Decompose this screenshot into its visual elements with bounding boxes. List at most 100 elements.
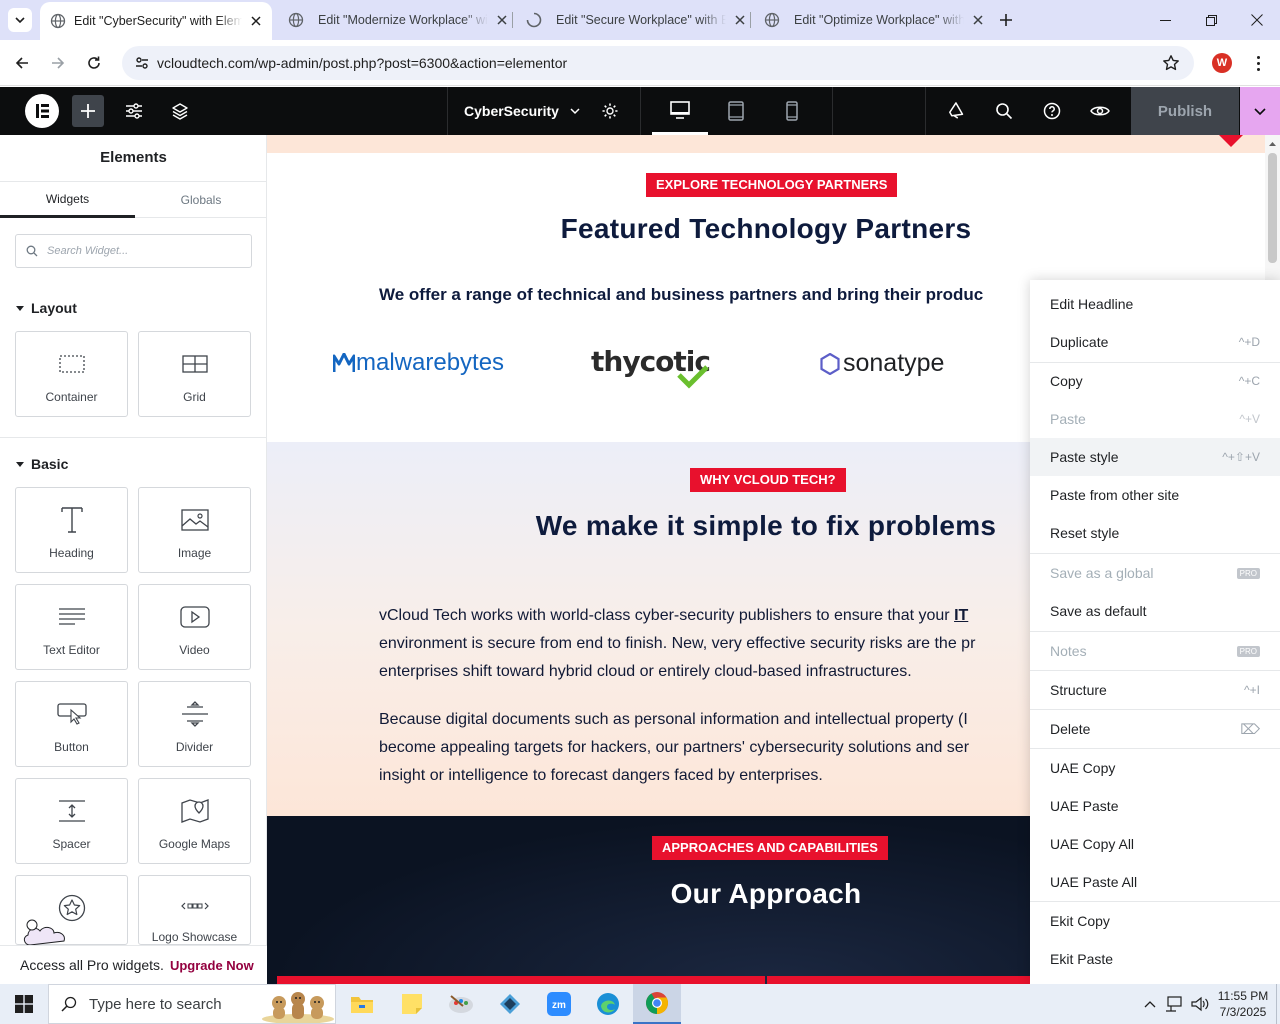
taskbar-search-box[interactable]: Type here to search	[48, 984, 336, 1024]
tab-globals[interactable]: Globals	[135, 182, 267, 218]
finder-button[interactable]	[988, 87, 1020, 135]
desktop-view-button[interactable]	[652, 87, 708, 135]
widget-text-editor[interactable]: Text Editor	[15, 584, 128, 670]
menu-item-uae-paste[interactable]: UAE Paste	[1030, 787, 1280, 825]
site-settings-button[interactable]	[118, 87, 150, 135]
section-handle-icon[interactable]	[1219, 135, 1243, 147]
network-button[interactable]	[1162, 984, 1186, 1024]
menu-item-copy[interactable]: Copy ^+C	[1030, 362, 1280, 400]
menu-item-paste[interactable]: Paste ^+V	[1030, 400, 1280, 438]
upgrade-link[interactable]: Upgrade Now	[170, 958, 254, 973]
close-icon[interactable]	[248, 13, 264, 29]
start-button[interactable]	[0, 984, 48, 1024]
close-icon[interactable]	[732, 12, 748, 28]
taskbar-app[interactable]	[441, 984, 481, 1024]
whats-new-button[interactable]	[940, 87, 972, 135]
profile-avatar[interactable]: W	[1212, 53, 1232, 73]
widget-heading[interactable]: Heading	[15, 487, 128, 573]
taskbar-edge[interactable]	[588, 984, 628, 1024]
publish-options-button[interactable]	[1240, 87, 1280, 135]
menu-item-save-as-default[interactable]: Save as default	[1030, 592, 1280, 630]
widget-spacer[interactable]: Spacer	[15, 778, 128, 864]
taskbar-zoom[interactable]: zm	[539, 984, 579, 1024]
taskbar-app[interactable]	[490, 984, 530, 1024]
widget-button[interactable]: Button	[15, 681, 128, 767]
browser-tab[interactable]: Edit "Modernize Workplace" with Elemento…	[280, 0, 512, 40]
tray-overflow-button[interactable]	[1140, 984, 1160, 1024]
minimize-button[interactable]	[1142, 0, 1188, 40]
menu-item-reset-style[interactable]: Reset style	[1030, 514, 1280, 552]
browser-menu-button[interactable]	[1248, 53, 1268, 73]
close-icon[interactable]	[494, 12, 510, 28]
menu-item-delete[interactable]: Delete ⌦	[1030, 710, 1280, 748]
close-icon[interactable]	[970, 12, 986, 28]
back-button[interactable]	[10, 51, 34, 75]
menu-item-ekit-paste[interactable]: Ekit Paste	[1030, 940, 1280, 978]
site-info-icon[interactable]	[134, 55, 150, 71]
tab-title: Edit "Modernize Workplace" with Elemento…	[318, 13, 488, 27]
menu-item-ekit-copy[interactable]: Ekit Copy	[1030, 902, 1280, 940]
add-element-button[interactable]	[72, 95, 104, 127]
tab-widgets[interactable]: Widgets	[0, 182, 135, 218]
mobile-view-button[interactable]	[764, 87, 820, 135]
partners-heading[interactable]: Featured Technology Partners	[267, 213, 1265, 245]
tablet-view-button[interactable]	[708, 87, 764, 135]
widget-google-maps[interactable]: Google Maps	[138, 778, 251, 864]
widget-grid[interactable]: Grid	[138, 331, 251, 417]
new-tab-button[interactable]	[994, 8, 1018, 32]
clock[interactable]: 11:55 PM 7/3/2025	[1212, 987, 1274, 1021]
it-link[interactable]: IT	[954, 607, 968, 624]
widget-container[interactable]: Container	[15, 331, 128, 417]
forward-button[interactable]	[46, 51, 70, 75]
shortcut-label: ^+C	[1238, 374, 1260, 388]
pro-badge: PRO	[1236, 567, 1260, 579]
restore-button[interactable]	[1188, 0, 1234, 40]
widget-image[interactable]: Image	[138, 487, 251, 573]
menu-item-save-as-global[interactable]: Save as a global PRO	[1030, 554, 1280, 592]
chevron-down-icon	[15, 17, 25, 24]
taskbar-sticky-notes[interactable]	[392, 984, 432, 1024]
widget-logo-showcase[interactable]: Logo Showcase	[138, 875, 251, 945]
publish-button[interactable]: Publish	[1131, 87, 1239, 135]
menu-item-paste-from-other-site[interactable]: Paste from other site	[1030, 476, 1280, 514]
preview-button[interactable]	[1084, 87, 1116, 135]
elementor-logo-button[interactable]	[24, 87, 60, 135]
network-icon	[1166, 996, 1182, 1012]
document-title-dropdown[interactable]: CyberSecurity	[458, 87, 582, 135]
menu-item-uae-copy-all[interactable]: UAE Copy All	[1030, 825, 1280, 863]
help-button[interactable]	[1036, 87, 1068, 135]
menu-item-edit-headline[interactable]: Edit Headline	[1030, 285, 1280, 323]
menu-item-duplicate[interactable]: Duplicate ^+D	[1030, 323, 1280, 361]
menu-item-label: Ekit Copy	[1050, 913, 1110, 929]
previous-section-bottom	[267, 135, 1280, 153]
scrollbar-thumb[interactable]	[1268, 153, 1277, 263]
structure-button[interactable]	[164, 87, 196, 135]
taskbar-chrome-active[interactable]	[633, 984, 681, 1024]
menu-item-structure[interactable]: Structure ^+I	[1030, 671, 1280, 709]
menu-item-paste-style[interactable]: Paste style ^+⇧+V	[1030, 438, 1280, 476]
taskbar-file-explorer[interactable]	[342, 984, 382, 1024]
close-window-button[interactable]	[1234, 0, 1280, 40]
volume-button[interactable]	[1188, 984, 1212, 1024]
widget-video[interactable]: Video	[138, 584, 251, 670]
menu-item-uae-copy[interactable]: UAE Copy	[1030, 749, 1280, 787]
section-layout-toggle[interactable]: Layout	[16, 300, 77, 316]
paragraph-line: environment is secure from end to finish…	[379, 635, 976, 652]
show-desktop-button[interactable]	[1276, 984, 1280, 1024]
widget-divider[interactable]: Divider	[138, 681, 251, 767]
page-settings-button[interactable]	[594, 87, 626, 135]
reload-button[interactable]	[82, 51, 106, 75]
menu-item-notes[interactable]: Notes PRO	[1030, 632, 1280, 670]
section-basic-toggle[interactable]: Basic	[16, 456, 68, 472]
widget-label: Image	[177, 546, 212, 560]
address-bar[interactable]: vcloudtech.com/wp-admin/post.php?post=63…	[122, 46, 1194, 80]
widget-search-input[interactable]: Search Widget...	[15, 234, 252, 268]
partners-subheading[interactable]: We offer a range of technical and busine…	[379, 285, 983, 305]
menu-item-uae-paste-all[interactable]: UAE Paste All	[1030, 863, 1280, 901]
browser-tab[interactable]: Edit "Optimize Workplace" with Elementor	[756, 0, 988, 40]
menu-item-label: Duplicate	[1050, 334, 1109, 350]
tab-search-button[interactable]	[8, 8, 32, 32]
star-icon[interactable]	[1162, 54, 1180, 72]
browser-tab-active[interactable]: Edit "CyberSecurity" with Elementor	[40, 2, 272, 40]
browser-tab[interactable]: Edit "Secure Workplace" with Elementor	[518, 0, 750, 40]
